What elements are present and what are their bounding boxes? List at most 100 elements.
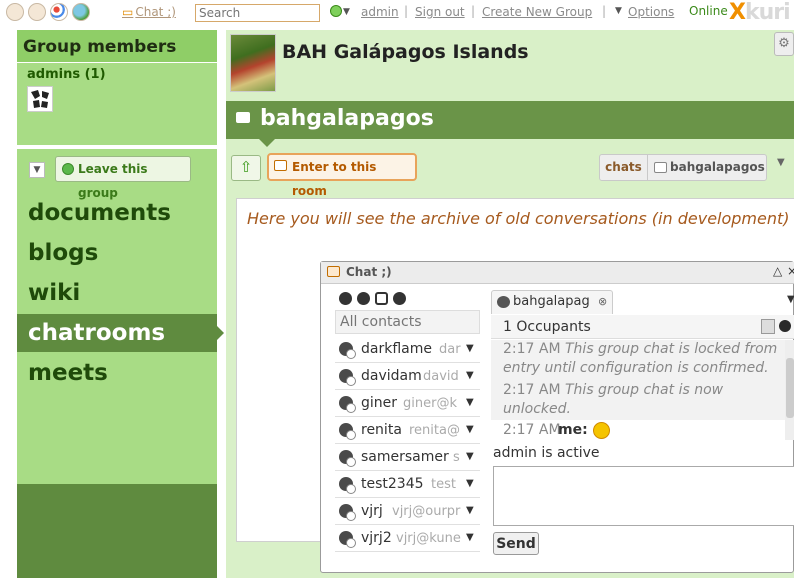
add-user-icon[interactable] <box>779 320 791 332</box>
contact-item[interactable]: darkflame dar ▼ <box>335 336 480 363</box>
status-online-icon[interactable]: ▼ <box>330 4 356 22</box>
contact-offline-icon <box>339 423 356 440</box>
nav-blogs[interactable]: blogs <box>17 234 217 272</box>
contact-offline-icon <box>339 450 356 467</box>
room-title-pointer <box>259 139 275 147</box>
chevron-down-icon[interactable]: ▼ <box>466 370 474 381</box>
breadcrumb-room[interactable]: bahgalapagos <box>650 155 766 180</box>
tab-bahgalapagos[interactable]: bahgalapag ⊗ <box>491 290 613 314</box>
contacts-filter-input[interactable] <box>335 310 480 334</box>
sidebar-footer <box>17 484 217 578</box>
chevron-down-icon[interactable]: ▼ <box>466 451 474 462</box>
contact-item[interactable]: vjrj2 vjrj@kune ▼ <box>335 525 480 552</box>
go-up-button[interactable]: ⇧ <box>231 155 261 181</box>
contact-offline-icon <box>339 504 356 521</box>
leave-group-button[interactable]: Leave this group <box>55 156 191 200</box>
message-log: 2:17 AM This group chat is locked from e… <box>491 340 785 439</box>
chat-bubble-icon <box>236 112 250 123</box>
apps-icon[interactable] <box>28 3 46 21</box>
globe-icon[interactable] <box>72 3 90 21</box>
contact-item[interactable]: test2345 test ▼ <box>335 471 480 498</box>
chevron-down-icon[interactable]: ▼ <box>466 505 474 516</box>
user-status-icon[interactable] <box>357 292 370 305</box>
chat-window-header[interactable]: Chat ;) △ × <box>321 262 794 284</box>
contact-offline-icon <box>339 531 356 548</box>
admin-avatar[interactable] <box>27 86 53 112</box>
chat-window-title: Chat ;) <box>346 265 392 279</box>
smiley-tongue-icon <box>593 422 610 439</box>
minimize-icon[interactable]: △ <box>773 264 782 278</box>
chevron-down-icon[interactable]: ▼ <box>466 478 474 489</box>
contact-item[interactable]: samersamer s ▼ <box>335 444 480 471</box>
chevron-down-icon[interactable]: ▼ <box>466 397 474 408</box>
contact-offline-icon <box>339 396 356 413</box>
minus-circle-icon <box>62 163 74 175</box>
archive-note: Here you will see the archive of old con… <box>247 209 790 228</box>
options-chevron-icon: ▼ <box>615 6 622 16</box>
admins-label: admins (1) <box>27 67 106 82</box>
add-contact-icon[interactable] <box>393 292 406 305</box>
up-arrow-icon: ⇧ <box>239 158 253 176</box>
chevron-down-icon[interactable]: ▼ <box>777 157 785 168</box>
enter-room-button[interactable]: Enter to this room <box>267 153 417 198</box>
contact-offline-icon <box>339 342 356 359</box>
contact-item[interactable]: giner giner@k ▼ <box>335 390 480 417</box>
system-message: 2:17 AM This group chat is locked from e… <box>503 341 778 376</box>
system-message: 2:17 AM This group chat is now unlocked. <box>503 382 724 417</box>
separator: | <box>602 4 607 18</box>
sign-out-link[interactable]: Sign out <box>415 5 465 19</box>
chat-link[interactable]: ▭ Chat ;) <box>122 5 176 19</box>
chevron-down-icon[interactable]: ▼ <box>787 294 794 305</box>
chat-bubble-icon: ▭ <box>122 5 134 19</box>
user-status-icon[interactable] <box>339 292 352 305</box>
message-scrollbar[interactable] <box>785 340 794 440</box>
message-compose-input[interactable] <box>493 466 794 526</box>
collapse-toggle[interactable]: ▼ <box>29 162 45 178</box>
sidebar: Group members admins (1) ▼ Leave this gr… <box>17 30 224 578</box>
divider <box>17 145 217 149</box>
chevron-down-icon[interactable]: ▼ <box>466 424 474 435</box>
nav-chatrooms[interactable]: chatrooms <box>17 314 224 352</box>
contact-item[interactable]: davidam david ▼ <box>335 363 480 390</box>
nav-documents[interactable]: documents <box>17 194 217 232</box>
group-icon <box>497 296 510 308</box>
scrollbar-thumb[interactable] <box>786 358 794 418</box>
separator: | <box>404 4 409 18</box>
breadcrumb-chats[interactable]: chats <box>600 155 648 180</box>
chevron-down-icon[interactable]: ▼ <box>466 532 474 543</box>
group-header: BAH Galápagos Islands ⚙ <box>226 30 794 96</box>
breadcrumb: chats bahgalapagos <box>599 154 767 181</box>
chat-bubble-icon <box>274 160 287 171</box>
room-title-bar: bahgalapagos <box>226 101 794 139</box>
close-icon[interactable]: × <box>787 264 794 278</box>
contact-list: darkflame dar ▼ davidam david ▼ giner gi… <box>335 336 480 556</box>
chat-tab-bar: bahgalapag ⊗ ▼ <box>491 290 794 314</box>
chevron-down-icon[interactable]: ▼ <box>466 343 474 354</box>
options-link[interactable]: Options <box>628 5 674 19</box>
home-icon[interactable] <box>6 3 24 21</box>
gear-icon[interactable]: ⚙ <box>774 32 794 56</box>
nav-meets[interactable]: meets <box>17 354 217 392</box>
active-indicator <box>217 326 224 340</box>
admin-user-link[interactable]: admin <box>361 5 399 19</box>
chat-bubble-icon <box>654 162 667 173</box>
send-button[interactable]: Send <box>493 532 539 555</box>
nav-wiki[interactable]: wiki <box>17 274 217 312</box>
palette-icon[interactable] <box>50 3 68 21</box>
kuri-logo: Xkuri <box>729 0 791 25</box>
occupants-count: 1 Occupants <box>503 319 591 335</box>
clipboard-icon[interactable] <box>761 319 775 334</box>
close-tab-icon[interactable]: ⊗ <box>598 295 607 308</box>
separator: | <box>471 4 476 18</box>
online-status: Online <box>689 4 728 18</box>
contact-offline-icon <box>339 477 356 494</box>
contact-item[interactable]: renita renita@ ▼ <box>335 417 480 444</box>
search-input[interactable] <box>195 4 320 22</box>
contact-item[interactable]: vjrj vjrj@ourpr ▼ <box>335 498 480 525</box>
create-group-link[interactable]: Create New Group <box>482 5 592 19</box>
chat-room-icon[interactable] <box>375 292 388 305</box>
occupants-bar: 1 Occupants <box>491 315 794 339</box>
user-message: 2:17 AM me: <box>491 420 785 439</box>
chat-window: Chat ;) △ × darkflame dar ▼ davidam davi… <box>320 261 794 573</box>
room-title: bahgalapagos <box>260 106 434 131</box>
